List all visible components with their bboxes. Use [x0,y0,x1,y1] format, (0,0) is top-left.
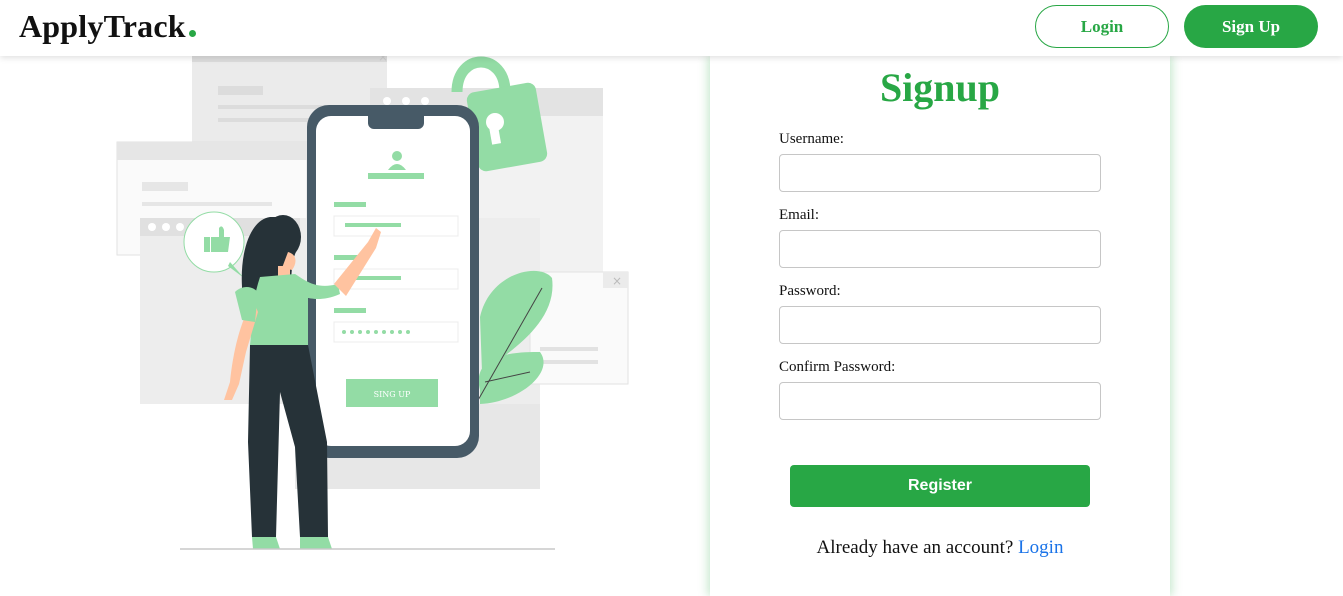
brand-dot-icon [188,30,196,37]
svg-text:×: × [612,274,622,288]
password-label: Password: [779,283,841,299]
account-prompt-text: Already have an account? [816,537,1014,558]
top-navbar: ApplyTrack Login Sign Up [0,0,1343,56]
email-label: Email: [779,207,819,223]
signup-button[interactable]: Sign Up [1184,5,1318,48]
signup-illustration: × × SING UP [100,50,640,557]
login-prompt: Already have an account? Login [710,537,1170,559]
username-label: Username: [779,131,844,147]
signup-form-card: Signup Username: Email: Password: Confir… [710,56,1170,596]
password-input[interactable] [779,306,1101,344]
brand-logo[interactable]: ApplyTrack [19,8,196,45]
confirm-password-input[interactable] [779,382,1101,420]
page-title: Signup [879,65,1001,110]
brand-name: ApplyTrack [19,8,186,44]
login-button[interactable]: Login [1035,5,1169,48]
email-input[interactable] [779,230,1101,268]
phone-button-label: SING UP [374,390,411,399]
login-link[interactable]: Login [1018,537,1063,558]
register-button[interactable]: Register [790,465,1090,507]
username-input[interactable] [779,154,1101,192]
confirm-password-label: Confirm Password: [779,359,896,375]
